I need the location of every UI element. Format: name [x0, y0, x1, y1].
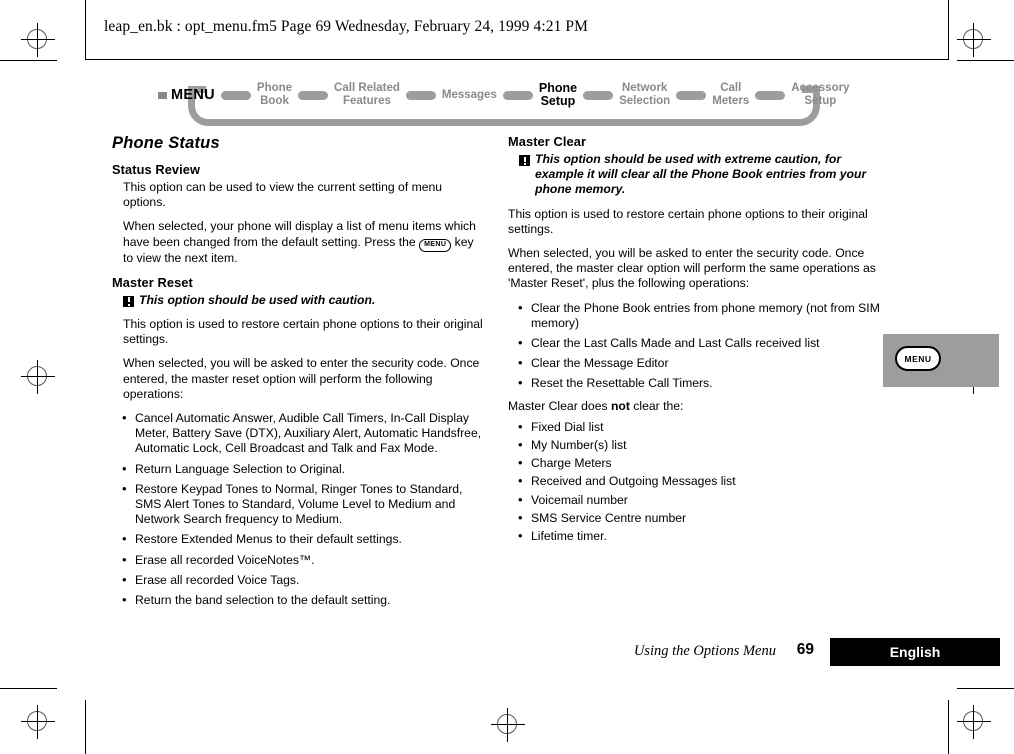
- registration-mark-bottom-left: [21, 705, 55, 739]
- master-clear-warning: This option should be used with extreme …: [508, 152, 883, 198]
- registration-vline: [973, 23, 974, 57]
- nav-item-call-meters[interactable]: Call Meters: [712, 82, 749, 108]
- trim-line-bottom-left: [0, 688, 57, 689]
- menu-key-icon: MENU: [419, 238, 452, 252]
- trim-line-bottom-left-vertical: [85, 700, 86, 754]
- nav-item-phone-book[interactable]: Phone Book: [257, 82, 292, 108]
- registration-hline: [491, 724, 525, 725]
- list-item: Restore Extended Menus to their default …: [112, 531, 487, 547]
- section-heading-master-clear: Master Clear: [508, 134, 587, 149]
- section-heading-master-reset: Master Reset: [112, 274, 193, 290]
- registration-hline: [957, 721, 991, 722]
- nav-item-network-selection[interactable]: Network Selection: [619, 82, 670, 108]
- left-column: Phone Status Status Review This option c…: [112, 134, 487, 613]
- registration-mark-top-left: [21, 23, 55, 57]
- list-item: Charge Meters: [508, 455, 883, 471]
- nav-connector-icon: [405, 90, 436, 100]
- warning-exclamation-icon: [519, 155, 530, 166]
- footer-language-badge: English: [830, 638, 1000, 666]
- page-title: Phone Status: [112, 134, 220, 152]
- nav-item-accessory-setup[interactable]: Accessory Setup: [791, 82, 849, 108]
- menu-breadcrumb-nav: MENU Phone Book Call Related Features Mess…: [158, 78, 849, 128]
- list-item: Fixed Dial list: [508, 419, 883, 435]
- right-column: Master Clear This option should be used …: [508, 134, 883, 547]
- list-item: Erase all recorded Voice Tags.: [112, 572, 487, 588]
- nav-connector-icon: [502, 90, 533, 100]
- master-clear-not-clear-lead: Master Clear does not clear the:: [508, 399, 883, 414]
- status-review-paragraph-1: This option can be used to view the curr…: [123, 180, 443, 210]
- registration-mark-top-right: [957, 23, 991, 57]
- trim-line-bottom-right: [957, 688, 1014, 689]
- thumb-tab-menu: MENU: [883, 334, 999, 387]
- registration-hline: [21, 721, 55, 722]
- footer-running-head: Using the Options Menu: [633, 643, 776, 659]
- registration-hline: [21, 39, 55, 40]
- master-reset-paragraph-2: When selected, you will be asked to ente…: [123, 356, 480, 401]
- menu-key-icon: MENU: [895, 346, 941, 371]
- nav-menu-root-label: MENU: [171, 87, 215, 103]
- trim-line-bottom-right-vertical: [948, 700, 949, 754]
- nav-item-phone-setup[interactable]: Phone Setup: [539, 82, 577, 108]
- not-clear-lead-after: clear the:: [629, 398, 684, 413]
- registration-mark-left-middle: [21, 360, 55, 394]
- registration-vline: [37, 360, 38, 394]
- nav-connector-icon: [220, 90, 251, 100]
- master-reset-bullet-list: Cancel Automatic Answer, Audible Call Ti…: [112, 410, 487, 608]
- not-clear-lead-bold: not: [610, 398, 630, 413]
- master-reset-warning: This option should be used with caution.: [112, 293, 487, 308]
- list-item: Erase all recorded VoiceNotes™.: [112, 552, 487, 568]
- header-right-rule: [948, 0, 949, 59]
- list-item: Return Language Selection to Original.: [112, 461, 487, 477]
- warning-exclamation-icon: [123, 295, 134, 307]
- registration-vline: [37, 23, 38, 57]
- list-item: Clear the Message Editor: [508, 355, 883, 371]
- status-review-paragraph-2: When selected, your phone will display a…: [112, 219, 487, 265]
- registration-vline: [37, 705, 38, 739]
- nav-menu-root[interactable]: MENU: [158, 87, 215, 103]
- master-reset-warning-text: This option should be used with caution.: [139, 292, 376, 307]
- nav-items: MENU Phone Book Call Related Features Mess…: [158, 78, 849, 112]
- nav-connector-icon: [583, 90, 614, 100]
- master-clear-paragraph-1: This option is used to restore certain p…: [508, 206, 868, 236]
- registration-mark-bottom-center: [491, 708, 525, 742]
- square-bullet-icon: [158, 91, 167, 99]
- list-item: Clear the Phone Book entries from phone …: [508, 300, 883, 331]
- master-clear-not-cleared-list: Fixed Dial list My Number(s) list Charge…: [508, 419, 883, 544]
- list-item: Received and Outgoing Messages list: [508, 473, 883, 489]
- list-item: SMS Service Centre number: [508, 510, 883, 526]
- page-footer: Using the Options Menu 69 English: [508, 638, 1000, 666]
- registration-vline: [507, 708, 508, 742]
- nav-connector-icon: [755, 90, 786, 100]
- footer-page-number: 69: [796, 641, 814, 658]
- section-heading-status-review: Status Review: [112, 162, 201, 177]
- master-clear-bullet-list: Clear the Phone Book entries from phone …: [508, 300, 883, 392]
- nav-item-call-related-features[interactable]: Call Related Features: [334, 82, 400, 108]
- master-clear-paragraph-2: When selected, you will be asked to ente…: [508, 246, 876, 291]
- header-file-info: leap_en.bk : opt_menu.fm5 Page 69 Wednes…: [104, 18, 589, 35]
- list-item: My Number(s) list: [508, 437, 883, 453]
- not-clear-lead-before: Master Clear does: [508, 398, 611, 413]
- registration-vline: [973, 705, 974, 739]
- nav-connector-icon: [298, 90, 329, 100]
- nav-connector-icon: [676, 90, 707, 100]
- list-item: Reset the Resettable Call Timers.: [508, 375, 883, 391]
- list-item: Restore Keypad Tones to Normal, Ringer T…: [112, 481, 487, 528]
- header-bottom-rule: [85, 59, 949, 60]
- list-item: Voicemail number: [508, 492, 883, 508]
- trim-line-top-left: [0, 60, 57, 61]
- registration-hline: [21, 376, 55, 377]
- master-reset-paragraph-1: This option is used to restore certain p…: [123, 317, 483, 347]
- registration-hline: [957, 39, 991, 40]
- registration-mark-bottom-right: [957, 705, 991, 739]
- header-left-rule: [85, 0, 86, 59]
- nav-item-messages[interactable]: Messages: [442, 89, 497, 102]
- master-clear-warning-text: This option should be used with extreme …: [535, 152, 867, 197]
- list-item: Return the band selection to the default…: [112, 592, 487, 608]
- list-item: Cancel Automatic Answer, Audible Call Ti…: [112, 410, 487, 457]
- list-item: Lifetime timer.: [508, 528, 883, 544]
- list-item: Clear the Last Calls Made and Last Calls…: [508, 335, 883, 351]
- trim-line-top-right: [957, 60, 1014, 61]
